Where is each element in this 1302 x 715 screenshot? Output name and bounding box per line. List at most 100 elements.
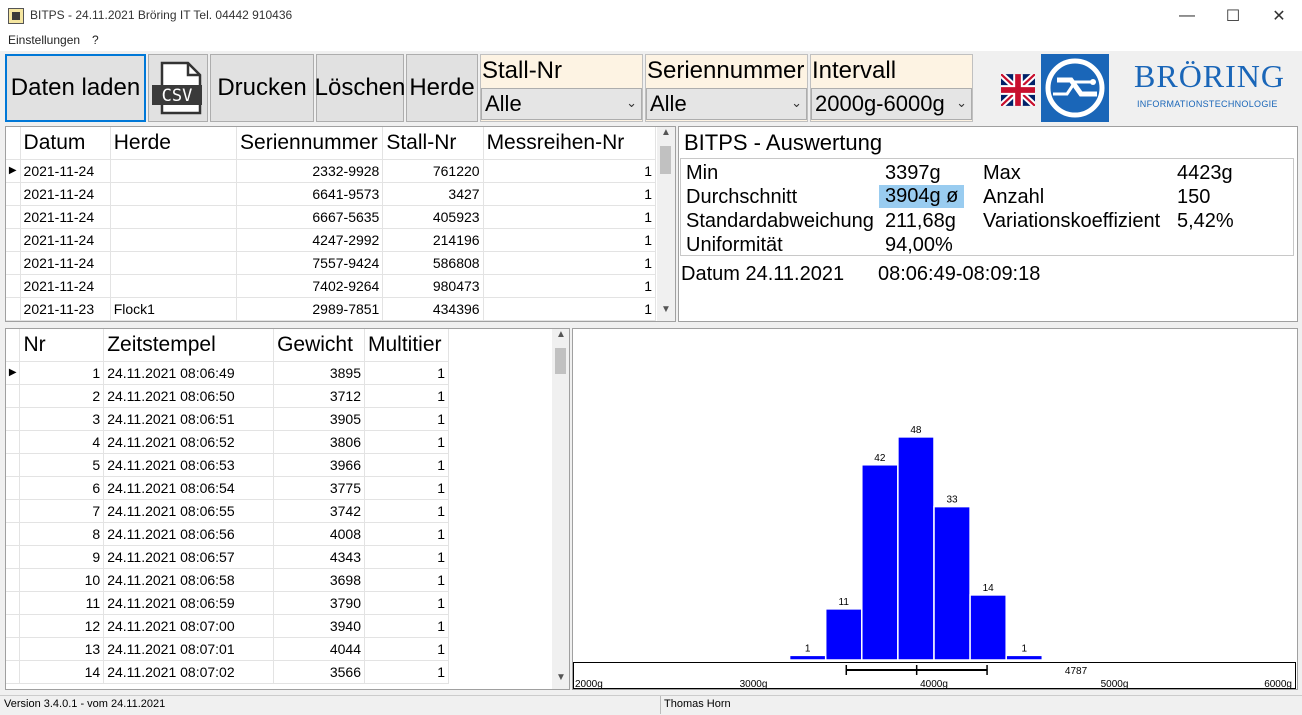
menu-einstellungen[interactable]: Einstellungen — [8, 33, 80, 47]
minimize-button[interactable]: — — [1164, 0, 1210, 31]
row-header[interactable] — [6, 228, 21, 252]
table-row[interactable]: 2 24.11.2021 08:06:50 3712 1 — [6, 384, 449, 408]
scroll-down-icon[interactable]: ▼ — [657, 304, 675, 321]
chevron-down-icon: ⌄ — [956, 95, 967, 110]
interval-filter-label: Intervall — [812, 57, 897, 84]
col-nr[interactable]: Nr — [19, 329, 105, 362]
table-cell: 4247-2992 — [236, 228, 384, 252]
col-messreihen-nr[interactable]: Messreihen-Nr — [483, 127, 657, 160]
csv-export-button[interactable]: CSV — [148, 54, 208, 122]
col-multitier[interactable]: Multitier — [364, 329, 449, 362]
table-row[interactable]: 4 24.11.2021 08:06:52 3806 1 — [6, 430, 449, 454]
row-header[interactable] — [6, 205, 21, 229]
close-button[interactable]: ✕ — [1256, 0, 1302, 31]
col-datum[interactable]: Datum — [20, 127, 111, 160]
table-cell: 2332-9928 — [236, 159, 384, 183]
table-cell: 12 — [19, 614, 105, 638]
delete-button[interactable]: Löschen — [315, 54, 405, 122]
table-row[interactable]: 9 24.11.2021 08:06:57 4343 1 — [6, 545, 449, 569]
table-row[interactable]: 3 24.11.2021 08:06:51 3905 1 — [6, 407, 449, 431]
table-row[interactable]: 12 24.11.2021 08:07:00 3940 1 — [6, 614, 449, 638]
table-row[interactable]: 7 24.11.2021 08:06:55 3742 1 — [6, 499, 449, 523]
maximize-button[interactable]: ☐ — [1210, 0, 1256, 31]
version-text: Version 3.4.0.1 - vom 24.11.2021 — [4, 698, 166, 710]
table-row[interactable]: 2021-11-24 4247-2992 214196 1 — [6, 228, 657, 252]
current-row-arrow-icon[interactable]: ▶ — [6, 159, 21, 183]
scroll-thumb[interactable] — [660, 146, 671, 174]
row-header[interactable] — [6, 407, 21, 431]
table-row[interactable]: 13 24.11.2021 08:07:01 4044 1 — [6, 637, 449, 661]
row-header[interactable] — [6, 453, 21, 477]
col-seriennummer[interactable]: Seriennummer — [236, 127, 384, 160]
table-cell: 7 — [19, 499, 105, 523]
load-data-button[interactable]: Daten laden — [5, 54, 146, 122]
row-header[interactable] — [6, 660, 21, 684]
herd-button[interactable]: Herde — [406, 54, 478, 122]
table-row[interactable]: ▶ 2021-11-24 2332-9928 761220 1 — [6, 159, 657, 183]
table-row[interactable]: 2021-11-23 Flock1 2989-7851 434396 1 — [6, 297, 657, 321]
table-row[interactable]: 2021-11-24 6641-9573 3427 1 — [6, 182, 657, 206]
row-header[interactable] — [6, 545, 21, 569]
table-row[interactable]: 14 24.11.2021 08:07:02 3566 1 — [6, 660, 449, 684]
table-cell: 4343 — [273, 545, 365, 569]
col-herde[interactable]: Herde — [110, 127, 238, 160]
table-cell: 7557-9424 — [236, 251, 384, 275]
table-cell — [110, 159, 238, 183]
row-header[interactable] — [6, 430, 21, 454]
row-header[interactable] — [6, 182, 21, 206]
table-row[interactable]: 2021-11-24 7402-9264 980473 1 — [6, 274, 657, 298]
table-row[interactable]: 8 24.11.2021 08:06:56 4008 1 — [6, 522, 449, 546]
scroll-down-icon[interactable]: ▼ — [552, 672, 569, 689]
row-header[interactable] — [6, 476, 21, 500]
serial-select[interactable]: Alle ⌄ — [646, 88, 807, 120]
table-row[interactable]: 5 24.11.2021 08:06:53 3966 1 — [6, 453, 449, 477]
table-row[interactable]: 2021-11-24 7557-9424 586808 1 — [6, 251, 657, 275]
table-cell: 14 — [19, 660, 105, 684]
measure-table: Nr Zeitstempel Gewicht Multitier ▶ 1 24.11… — [6, 329, 449, 684]
row-header[interactable] — [6, 251, 21, 275]
col-gewicht[interactable]: Gewicht — [273, 329, 365, 362]
scroll-up-icon[interactable]: ▲ — [552, 329, 569, 346]
table-row[interactable]: 2021-11-24 6667-5635 405923 1 — [6, 205, 657, 229]
series-scrollbar[interactable]: ▲ ▼ — [657, 127, 675, 321]
table-cell: 7402-9264 — [236, 274, 384, 298]
row-header[interactable] — [6, 297, 21, 321]
table-row[interactable]: 10 24.11.2021 08:06:58 3698 1 — [6, 568, 449, 592]
table-cell: 2021-11-24 — [20, 159, 111, 183]
table-row[interactable]: ▶ 1 24.11.2021 08:06:49 3895 1 — [6, 361, 449, 385]
table-cell: 24.11.2021 08:06:51 — [103, 407, 275, 431]
interval-select[interactable]: 2000g-6000g ⌄ — [811, 88, 972, 120]
scroll-up-icon[interactable]: ▲ — [657, 127, 675, 144]
serial-filter-label: Seriennummer — [647, 57, 805, 84]
measure-scrollbar[interactable]: ▲ ▼ — [552, 329, 569, 689]
histogram-bar — [969, 594, 1007, 661]
row-header[interactable] — [6, 614, 21, 638]
table-cell: 3806 — [273, 430, 365, 454]
max-value: 4423g — [1177, 162, 1233, 184]
table-cell — [110, 205, 238, 229]
row-header[interactable] — [6, 499, 21, 523]
row-header[interactable] — [6, 591, 21, 615]
row-header[interactable] — [6, 522, 21, 546]
uniformity-label: Uniformität — [686, 234, 783, 256]
row-header[interactable] — [6, 568, 21, 592]
time-range: 08:06:49-08:09:18 — [878, 263, 1041, 285]
table-row[interactable]: 6 24.11.2021 08:06:54 3775 1 — [6, 476, 449, 500]
table-cell: 1 — [364, 361, 449, 385]
scroll-thumb[interactable] — [555, 348, 566, 374]
current-row-arrow-icon[interactable]: ▶ — [6, 361, 21, 385]
print-button[interactable]: Drucken — [210, 54, 314, 122]
row-header[interactable] — [6, 274, 21, 298]
row-header[interactable] — [6, 384, 21, 408]
table-cell: 2021-11-24 — [20, 274, 111, 298]
col-stall-nr[interactable]: Stall-Nr — [382, 127, 484, 160]
avg-label: Durchschnitt — [686, 186, 798, 208]
col-zeitstempel[interactable]: Zeitstempel — [103, 329, 275, 362]
row-header[interactable] — [6, 637, 21, 661]
table-cell: 3712 — [273, 384, 365, 408]
menu-help[interactable]: ? — [92, 33, 99, 47]
user-text: Thomas Horn — [664, 698, 731, 710]
stall-select[interactable]: Alle ⌄ — [481, 88, 642, 120]
table-row[interactable]: 11 24.11.2021 08:06:59 3790 1 — [6, 591, 449, 615]
uk-flag-icon[interactable] — [998, 71, 1038, 109]
